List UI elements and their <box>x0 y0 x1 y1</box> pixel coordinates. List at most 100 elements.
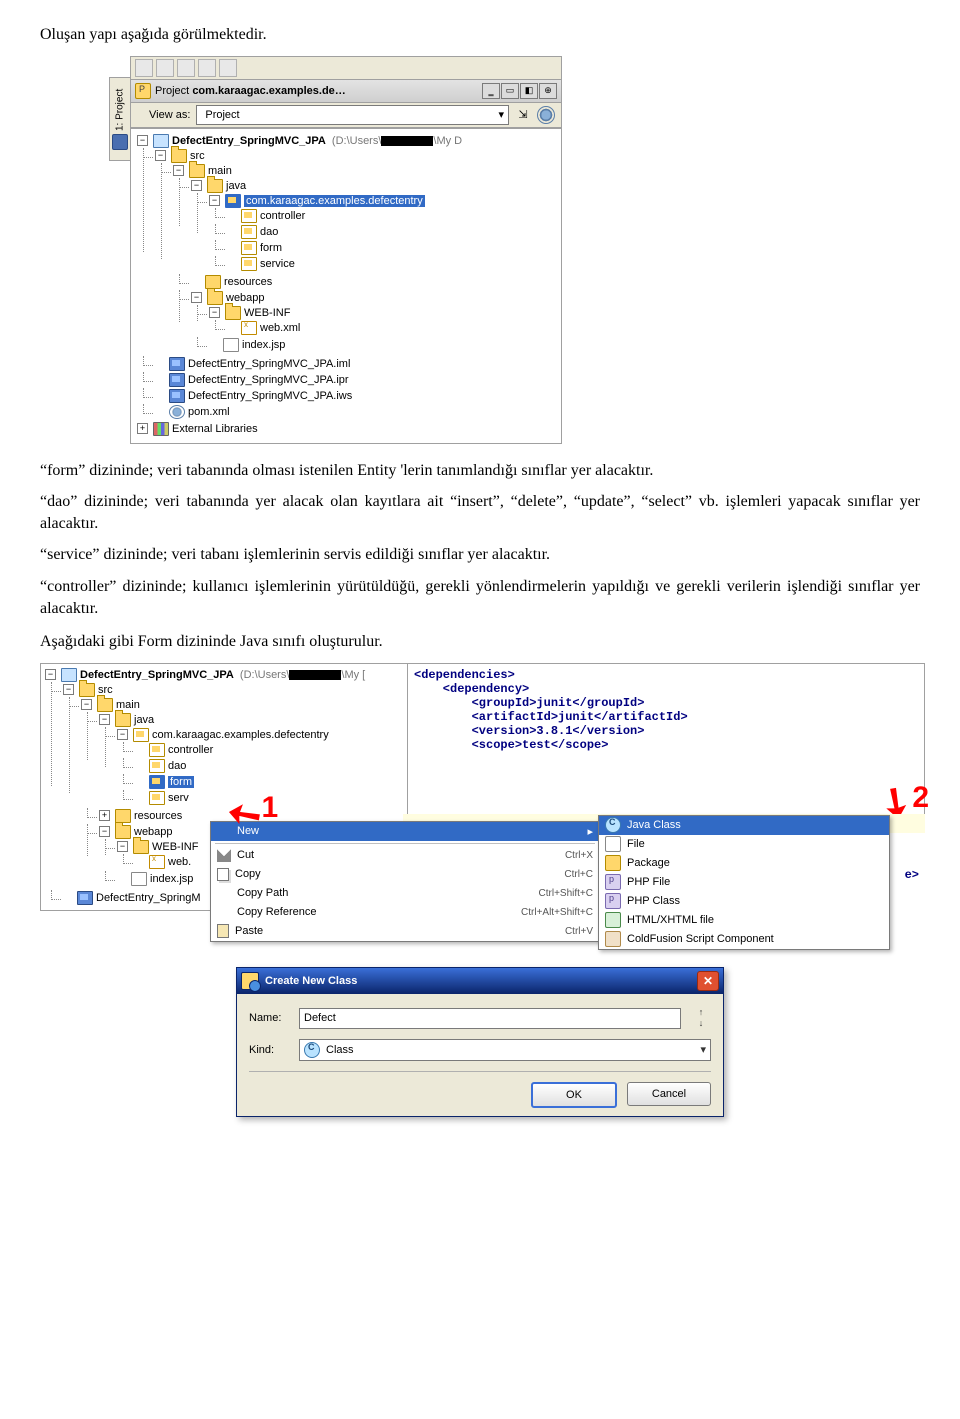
tree-dao[interactable]: dao <box>227 225 559 239</box>
sub-php-class[interactable]: PHP Class <box>599 892 889 911</box>
package-icon <box>605 855 621 871</box>
tool-btn[interactable] <box>156 59 174 77</box>
ctx-copy-path[interactable]: Copy PathCtrl+Shift+C <box>211 884 599 903</box>
dock-icon[interactable]: ◧ <box>520 83 538 99</box>
ctx-cut[interactable]: CutCtrl+X <box>211 846 599 865</box>
tree-indexjsp[interactable]: index.jsp <box>209 338 559 352</box>
cancel-button[interactable]: Cancel <box>627 1082 711 1106</box>
folder-icon <box>171 149 187 163</box>
panel-title: Project com.karaagac.examples.de… <box>155 85 478 97</box>
tree-webxml[interactable]: web.xml <box>227 321 559 335</box>
close-icon[interactable]: ⊕ <box>539 83 557 99</box>
tree-service[interactable]: service <box>227 257 559 271</box>
blank-icon <box>217 886 231 900</box>
package-icon <box>225 194 241 208</box>
tree-extlib[interactable]: +External Libraries <box>137 422 559 436</box>
side-tab-project[interactable]: 1: Project <box>109 77 131 161</box>
name-field[interactable]: Defect <box>299 1008 681 1029</box>
editor-pom[interactable]: <dependencies> <dependency> <groupId>jun… <box>407 663 925 823</box>
coldfusion-icon <box>605 931 621 947</box>
maven-icon <box>169 405 185 419</box>
sub-package[interactable]: Package <box>599 854 889 873</box>
ok-button[interactable]: OK <box>531 1082 617 1108</box>
php-file-icon <box>605 874 621 890</box>
float-icon[interactable]: ▭ <box>501 83 519 99</box>
sub-cf-script[interactable]: ColdFusion Script Component <box>599 930 889 949</box>
folder-icon <box>115 713 131 727</box>
gear-icon[interactable] <box>537 106 555 124</box>
tree-package[interactable]: −com.karaagac.examples.defectentry <box>209 194 559 208</box>
folder-icon <box>115 825 131 839</box>
tree-controller-2[interactable]: controller <box>135 743 405 757</box>
sub-php-file[interactable]: PHP File <box>599 873 889 892</box>
package-icon <box>149 775 165 789</box>
close-button[interactable]: ✕ <box>697 971 719 991</box>
tree-form-2[interactable]: form <box>135 775 405 789</box>
xml-line: <version>3.8.1</version> <box>414 724 644 738</box>
package-icon <box>241 241 257 255</box>
tool-btn[interactable] <box>219 59 237 77</box>
tool-btn[interactable] <box>198 59 216 77</box>
ctx-paste[interactable]: PasteCtrl+V <box>211 922 599 941</box>
tree-dao-2[interactable]: dao <box>135 759 405 773</box>
folder-icon <box>115 809 131 823</box>
create-class-dialog: Create New Class ✕ Name: Defect ↑↓ Kind:… <box>236 967 724 1117</box>
dialog-titlebar: Create New Class ✕ <box>237 968 723 994</box>
tree-iml[interactable]: DefectEntry_SpringMVC_JPA.iml <box>155 357 559 371</box>
blank-icon <box>217 905 231 919</box>
xml-icon <box>149 855 165 869</box>
ij-file-icon <box>169 389 185 403</box>
tree-webinf[interactable]: −WEB-INF <box>209 306 559 320</box>
package-icon <box>149 743 165 757</box>
side-tab-label: 1: Project <box>115 88 126 130</box>
tree-root[interactable]: − DefectEntry_SpringMVC_JPA (D:\Users\\M… <box>137 134 559 148</box>
para-controller: “controller” dizininde; kullanıcı işleml… <box>40 576 920 619</box>
redacted <box>289 670 341 680</box>
para-service: “service” dizininde; veri tabanı işlemle… <box>40 544 920 566</box>
tree-src[interactable]: −src <box>155 149 559 163</box>
tree-main[interactable]: −main <box>173 164 559 178</box>
tree-java[interactable]: −java <box>191 179 559 193</box>
collapse-icon[interactable]: ⇲ <box>515 108 531 121</box>
tree-controller[interactable]: controller <box>227 209 559 223</box>
library-icon <box>153 422 169 436</box>
copy-icon <box>217 868 229 881</box>
view-as-label: View as: <box>149 109 190 121</box>
dialog-icon <box>241 972 259 990</box>
package-icon <box>241 257 257 271</box>
tree-iws[interactable]: DefectEntry_SpringMVC_JPA.iws <box>155 389 559 403</box>
kind-dropdown[interactable]: Class <box>299 1039 711 1061</box>
ctx-copy-ref[interactable]: Copy ReferenceCtrl+Alt+Shift+C <box>211 903 599 922</box>
tree-pkg-2[interactable]: −com.karaagac.examples.defectentry <box>117 728 405 742</box>
xml-icon <box>241 321 257 335</box>
tree-src-2[interactable]: −src <box>63 683 405 697</box>
tree-pom[interactable]: pom.xml <box>155 405 559 419</box>
history-arrows[interactable]: ↑↓ <box>691 1008 711 1028</box>
ctx-new[interactable]: New▸ <box>211 822 599 841</box>
tree-serv-2[interactable]: serv <box>135 791 405 805</box>
collapse-toggle[interactable]: − <box>137 135 148 146</box>
tree-webapp[interactable]: −webapp <box>191 291 559 305</box>
project-folder-icon <box>135 83 151 99</box>
sub-html-file[interactable]: HTML/XHTML file <box>599 911 889 930</box>
tree-resources[interactable]: resources <box>191 275 559 289</box>
tree-ipr[interactable]: DefectEntry_SpringMVC_JPA.ipr <box>155 373 559 387</box>
ctx-copy[interactable]: CopyCtrl+C <box>211 865 599 884</box>
sub-java-class[interactable]: Java Class <box>599 816 889 835</box>
view-as-dropdown[interactable]: Project ▾ <box>196 105 509 125</box>
new-submenu: Java Class File Package PHP File PHP Cla… <box>598 815 890 950</box>
tool-btn[interactable] <box>177 59 195 77</box>
tree-main-2[interactable]: −main <box>81 698 405 712</box>
xml-line: <dependencies> <box>414 668 515 682</box>
tree-root-2[interactable]: − DefectEntry_SpringMVC_JPA (D:\Users\\M… <box>45 668 405 682</box>
tree-java-2[interactable]: −java <box>99 713 405 727</box>
min-icon[interactable]: ‗ <box>482 83 500 99</box>
xml-line: <scope>test</scope> <box>414 738 608 752</box>
tool-btn[interactable] <box>135 59 153 77</box>
sub-file[interactable]: File <box>599 835 889 854</box>
blank-icon <box>217 824 231 838</box>
folder-icon <box>189 164 205 178</box>
jsp-icon <box>131 872 147 886</box>
xml-line: <dependency> <box>414 682 529 696</box>
tree-form[interactable]: form <box>227 241 559 255</box>
